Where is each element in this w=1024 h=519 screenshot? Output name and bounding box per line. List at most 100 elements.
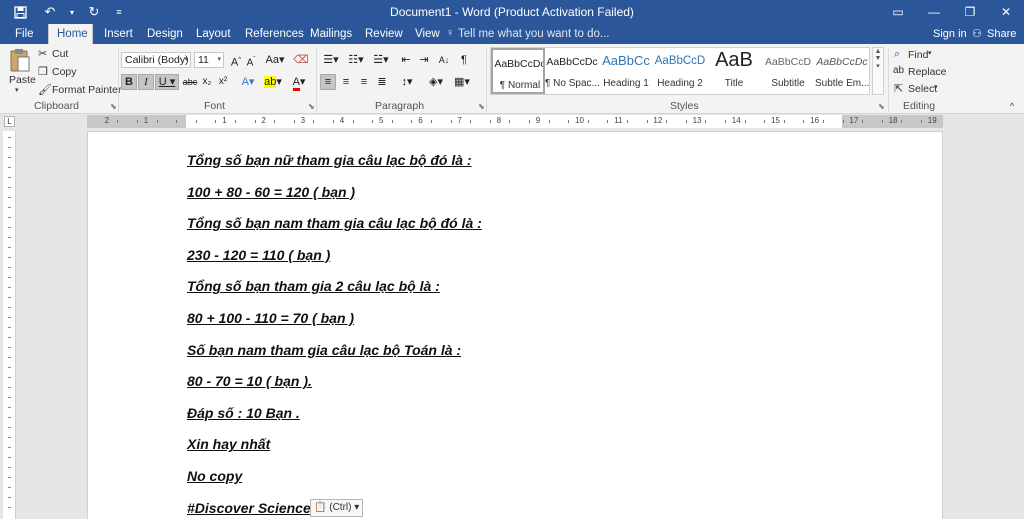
styles-gallery-scroll[interactable]: ▲ ▼ ▾ [872,47,884,95]
show-formatting-marks-icon[interactable]: ¶ [456,52,472,68]
strikethrough-icon[interactable]: abc [182,74,198,90]
paste-icon[interactable] [9,48,31,77]
style-heading-1[interactable]: AaBbCc Heading 1 [599,48,653,94]
ruler-tick [568,120,570,123]
style-heading-2[interactable]: AaBbCcD Heading 2 [653,48,707,94]
ruler-tick [509,120,511,123]
document-page[interactable]: #Discover Science . No copy Xin hay nhất Đá… [87,131,943,519]
format-painter-button[interactable]: Format Painter [52,84,121,96]
superscript-icon[interactable]: x² [215,74,231,90]
style-name: Subtle Em... [815,78,869,89]
justify-icon[interactable]: ≣ [374,74,390,90]
ruler-tick [8,327,11,328]
ruler-tick [8,387,11,388]
chevron-down-icon[interactable]: ▾ [928,49,932,57]
tell-me-box[interactable]: Tell me what you want to do... [458,24,610,44]
font-launcher-icon[interactable]: ⬊ [308,102,315,111]
ribbon-display-options-icon[interactable]: ▭ [880,0,916,24]
chevron-down-icon[interactable]: ▾ [934,83,938,91]
shading-icon[interactable]: ◈▾ [425,74,447,90]
document-line[interactable]: 100 + 80 - 60 = 120 ( bạn ) [187,184,355,200]
replace-button[interactable]: Replace [908,66,947,78]
italic-icon[interactable]: I [138,74,154,90]
style-title[interactable]: AaB Title [707,48,761,94]
shrink-font-icon[interactable]: Aˇ [243,52,259,68]
horizontal-ruler[interactable]: 2 1 1 2 3 4 5 6 7 8 9 10 11 12 13 14 15 16 17 18 19 [87,115,943,128]
subscript-icon[interactable]: x₂ [199,74,215,90]
paste-options-button[interactable]: 📋 (Ctrl) ▾ [310,499,364,517]
font-color-icon[interactable]: A▾ [288,74,310,91]
styles-launcher-icon[interactable]: ⬊ [878,102,885,111]
paragraph-launcher-icon[interactable]: ⬊ [478,102,485,111]
document-line[interactable]: Số bạn nam tham gia câu lạc bộ Toán là : [187,342,461,358]
ruler-tick [744,120,746,123]
collapse-ribbon-icon[interactable]: ^ [1010,101,1014,111]
paste-button[interactable]: Paste [9,74,36,86]
paste-dropdown-icon[interactable]: ▾ [15,86,19,94]
tab-mailings[interactable]: Mailings [302,24,360,44]
sort-icon[interactable]: A↓ [436,52,452,68]
document-line[interactable]: 80 + 100 - 110 = 70 ( bạn ) [187,310,354,326]
ruler-tick [274,120,276,123]
document-line[interactable]: Tổng số bạn nam tham gia câu lạc bộ đó l… [187,215,482,231]
bullets-icon[interactable]: ☰▾ [320,52,342,68]
document-line[interactable]: Đáp số : 10 Bạn . [187,405,300,421]
borders-icon[interactable]: ▦▾ [451,74,473,90]
sign-in-link[interactable]: Sign in [933,24,967,44]
style-no-spacing[interactable]: AaBbCcDc ¶ No Spac... [545,48,599,94]
document-line[interactable]: 80 - 70 = 10 ( bạn ). [187,373,312,389]
increase-indent-icon[interactable]: ⇥ [416,52,432,68]
tab-home[interactable]: Home [48,24,93,44]
text-effects-icon[interactable]: A▾ [237,74,259,90]
font-family-combo[interactable]: Calibri (Body) ▾ [121,52,191,68]
tab-design[interactable]: Design [139,24,191,44]
minimize-icon[interactable]: — [916,0,952,24]
highlight-icon[interactable]: ab▾ [262,74,284,90]
document-line[interactable]: Xin hay nhất [187,436,270,452]
document-line[interactable]: 230 - 120 = 110 ( bạn ) [187,247,330,263]
find-button[interactable]: Find [908,49,928,61]
restore-icon[interactable]: ❐ [952,0,988,24]
copy-button[interactable]: Copy [52,66,77,78]
bold-icon[interactable]: B [121,74,137,90]
tab-file[interactable]: File [7,24,42,44]
style-subtitle[interactable]: AaBbCcD Subtitle [761,48,815,94]
document-line[interactable]: #Discover Science . [187,500,319,516]
align-center-icon[interactable]: ≡ [338,74,354,90]
clear-formatting-icon[interactable]: ⌫ [293,52,309,68]
style-subtle-emphasis[interactable]: AaBbCcDc Subtle Em... [815,48,869,94]
cut-button[interactable]: Cut [52,48,68,60]
close-icon[interactable]: ✕ [988,0,1024,24]
style-preview: AaBbCcDc [546,56,598,68]
decrease-indent-icon[interactable]: ⇤ [398,52,414,68]
style-preview: AaB [715,49,753,71]
change-case-icon[interactable]: Aa▾ [265,52,285,68]
tab-selector[interactable]: L [4,116,15,127]
ruler-tick [529,120,530,123]
tab-layout[interactable]: Layout [188,24,239,44]
ruler-tick [489,120,491,123]
tab-view[interactable]: View [407,24,448,44]
clipboard-launcher-icon[interactable]: ⬊ [110,102,117,111]
document-line[interactable]: Tổng số bạn tham gia 2 câu lạc bộ là : [187,278,440,294]
select-button[interactable]: Select [908,83,937,95]
font-size-combo[interactable]: 11 ▾ [194,52,224,68]
underline-icon[interactable]: U ▾ [155,74,179,90]
tab-insert[interactable]: Insert [96,24,141,44]
tab-references[interactable]: References [237,24,312,44]
numbering-icon[interactable]: ☷▾ [345,52,367,68]
ruler-tick [764,120,766,123]
align-left-icon[interactable]: ≡ [320,74,336,90]
tab-review[interactable]: Review [357,24,411,44]
grow-font-icon[interactable]: A^ [228,52,244,69]
align-right-icon[interactable]: ≡ [356,74,372,90]
line-spacing-icon[interactable]: ↕▾ [396,74,418,90]
styles-gallery: AaBbCcDc ¶ Normal AaBbCcDc ¶ No Spac... … [490,47,870,95]
ruler-tick [8,497,11,498]
vertical-ruler[interactable] [3,131,16,519]
document-line[interactable]: Tổng số bạn nữ tham gia câu lạc bộ đó là… [187,152,472,168]
style-normal[interactable]: AaBbCcDc ¶ Normal [491,48,545,94]
document-line[interactable]: No copy [187,468,242,484]
share-button[interactable]: Share [987,24,1016,44]
multilevel-list-icon[interactable]: ☱▾ [370,52,392,68]
